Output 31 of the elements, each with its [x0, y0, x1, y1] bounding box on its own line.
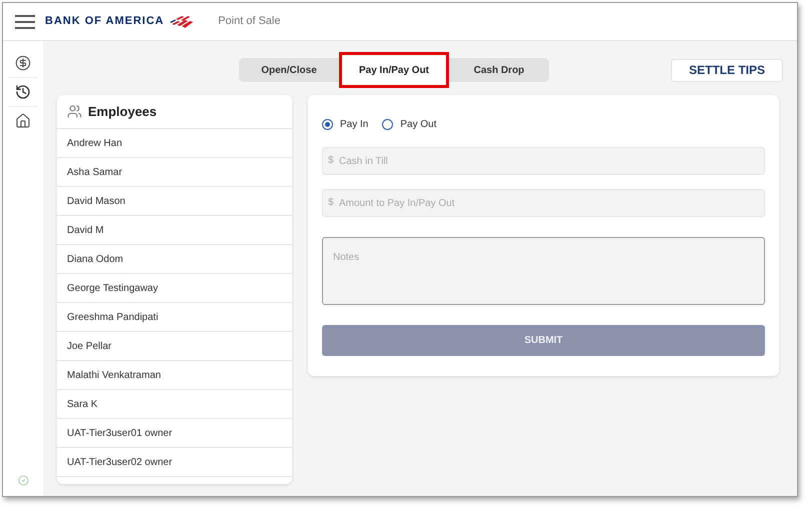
employee-item[interactable]: UAT-Tier3user02 owner [57, 448, 292, 477]
brand-name: BANK OF AMERICA [45, 14, 164, 30]
flag-logo-icon [168, 14, 194, 28]
employee-item[interactable]: David M [57, 216, 292, 245]
employee-item[interactable]: Andrew Han [57, 129, 292, 158]
check-circle-icon [18, 475, 28, 486]
employee-item[interactable]: Sara K [57, 390, 292, 419]
employee-item[interactable]: Diana Odom [57, 245, 292, 274]
employee-item[interactable]: UAT-Tier3user01 owner [57, 419, 292, 448]
app-title: Point of Sale [218, 14, 280, 30]
employee-item[interactable]: Greeshma Pandipati [57, 303, 292, 332]
currency-prefix: $ [328, 196, 334, 210]
tab[interactable]: Open/Close [239, 58, 339, 82]
home-icon[interactable] [15, 113, 31, 129]
tab[interactable]: Cash Drop [449, 58, 549, 82]
employee-item[interactable]: David Mason [57, 187, 292, 216]
employee-item[interactable]: Joe Pellar [57, 332, 292, 361]
employee-item[interactable]: Malathi Venkatraman [57, 361, 292, 390]
history-icon[interactable] [15, 84, 31, 100]
employee-item[interactable]: Asha Samar [57, 158, 292, 187]
radio-option[interactable]: Pay Out [382, 116, 436, 132]
tab[interactable]: Pay In/Pay Out [339, 52, 449, 88]
notes-field[interactable]: Notes [322, 237, 765, 305]
dollar-icon[interactable] [15, 55, 31, 71]
settle-tips-button[interactable]: SETTLE TIPS [671, 58, 783, 82]
people-icon [67, 104, 82, 119]
menu-icon[interactable] [15, 14, 35, 28]
currency-prefix: $ [328, 154, 334, 168]
employee-item[interactable]: George Testingaway [57, 274, 292, 303]
employees-title: Employees [88, 102, 157, 121]
radio-option[interactable]: Pay In [322, 116, 368, 132]
